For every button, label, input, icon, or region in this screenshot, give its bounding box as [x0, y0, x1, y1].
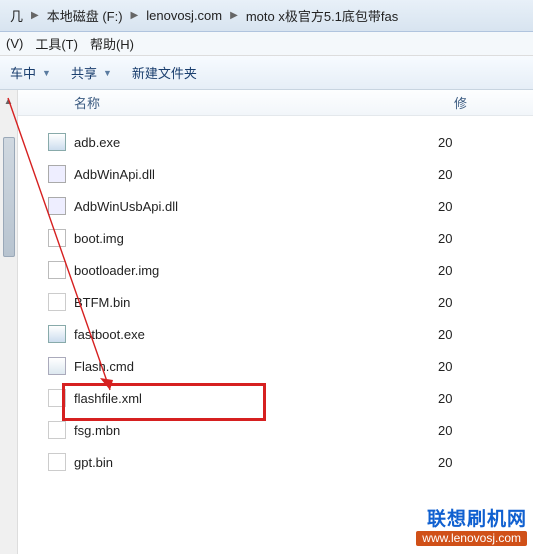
cmd-file-icon — [48, 357, 66, 375]
menu-view[interactable]: (V) — [6, 36, 23, 51]
xml-file-icon — [48, 389, 66, 407]
bin-file-icon — [48, 421, 66, 439]
breadcrumb[interactable]: 本地磁盘 (F:) — [41, 0, 129, 31]
column-date-header[interactable]: 修 — [454, 93, 467, 112]
toolbar: 车中 ▼ 共享 ▼ 新建文件夹 — [0, 56, 533, 90]
file-name: adb.exe — [74, 135, 430, 150]
file-row[interactable]: fsg.mbn 20 — [48, 414, 533, 446]
file-date: 20 — [438, 327, 452, 342]
img-file-icon — [48, 229, 66, 247]
file-row[interactable]: flashfile.xml 20 — [48, 382, 533, 414]
chevron-right-icon: ▶ — [228, 10, 240, 21]
file-date: 20 — [438, 263, 452, 278]
file-date: 20 — [438, 135, 452, 150]
chevron-down-icon: ▼ — [42, 68, 51, 78]
file-row[interactable]: Flash.cmd 20 — [48, 350, 533, 382]
exe-file-icon — [48, 133, 66, 151]
file-list: adb.exe20AdbWinApi.dll20AdbWinUsbApi.dll… — [18, 116, 533, 478]
scroll-thumb[interactable] — [3, 137, 15, 257]
include-in-library-button[interactable]: 车中 ▼ — [10, 63, 51, 82]
file-date: 20 — [438, 231, 452, 246]
file-date: 20 — [438, 167, 452, 182]
toolbar-label: 共享 — [71, 63, 97, 82]
scroll-up-icon: ▲ — [4, 96, 14, 107]
chevron-right-icon: ▶ — [129, 10, 141, 21]
file-date: 20 — [438, 199, 452, 214]
file-name: AdbWinUsbApi.dll — [74, 199, 430, 214]
file-name: bootloader.img — [74, 263, 430, 278]
file-name: BTFM.bin — [74, 295, 430, 310]
file-row[interactable]: fastboot.exe 20 — [48, 318, 533, 350]
column-name-header[interactable]: 名称 — [74, 93, 454, 112]
file-name: boot.img — [74, 231, 430, 246]
file-date: 20 — [438, 359, 452, 374]
share-button[interactable]: 共享 ▼ — [71, 63, 112, 82]
breadcrumb[interactable]: moto x极官方5.1底包带fas — [240, 0, 404, 31]
bin-file-icon — [48, 453, 66, 471]
file-name: Flash.cmd — [74, 359, 430, 374]
file-date: 20 — [438, 455, 452, 470]
breadcrumb[interactable]: lenovosj.com — [140, 0, 228, 31]
menu-help[interactable]: 帮助(H) — [90, 34, 134, 53]
file-date: 20 — [438, 423, 452, 438]
bin-file-icon — [48, 293, 66, 311]
chevron-down-icon: ▼ — [103, 68, 112, 78]
new-folder-button[interactable]: 新建文件夹 — [132, 63, 197, 82]
file-name: flashfile.xml — [74, 391, 430, 406]
column-headers: 名称 修 — [18, 90, 533, 116]
file-name: fastboot.exe — [74, 327, 430, 342]
breadcrumb[interactable]: 几 — [4, 0, 29, 31]
dll-file-icon — [48, 165, 66, 183]
file-name: AdbWinApi.dll — [74, 167, 430, 182]
file-row[interactable]: BTFM.bin 20 — [48, 286, 533, 318]
address-bar[interactable]: 几 ▶ 本地磁盘 (F:) ▶ lenovosj.com ▶ moto x极官方… — [0, 0, 533, 32]
toolbar-label: 车中 — [10, 63, 36, 82]
file-row[interactable]: gpt.bin 20 — [48, 446, 533, 478]
file-date: 20 — [438, 295, 452, 310]
file-date: 20 — [438, 391, 452, 406]
nav-scrollbar[interactable]: ▲ — [0, 90, 18, 554]
toolbar-label: 新建文件夹 — [132, 63, 197, 82]
file-row[interactable]: AdbWinApi.dll 20 — [48, 158, 533, 190]
file-row[interactable]: bootloader.img 20 — [48, 254, 533, 286]
menu-tools[interactable]: 工具(T) — [35, 34, 78, 53]
img-file-icon — [48, 261, 66, 279]
file-name: fsg.mbn — [74, 423, 430, 438]
chevron-right-icon: ▶ — [29, 10, 41, 21]
menu-bar: (V) 工具(T) 帮助(H) — [0, 32, 533, 56]
file-row[interactable]: adb.exe 20 — [48, 126, 533, 158]
exe-file-icon — [48, 325, 66, 343]
file-row[interactable]: AdbWinUsbApi.dll 20 — [48, 190, 533, 222]
file-row[interactable]: boot.img 20 — [48, 222, 533, 254]
dll-file-icon — [48, 197, 66, 215]
file-name: gpt.bin — [74, 455, 430, 470]
